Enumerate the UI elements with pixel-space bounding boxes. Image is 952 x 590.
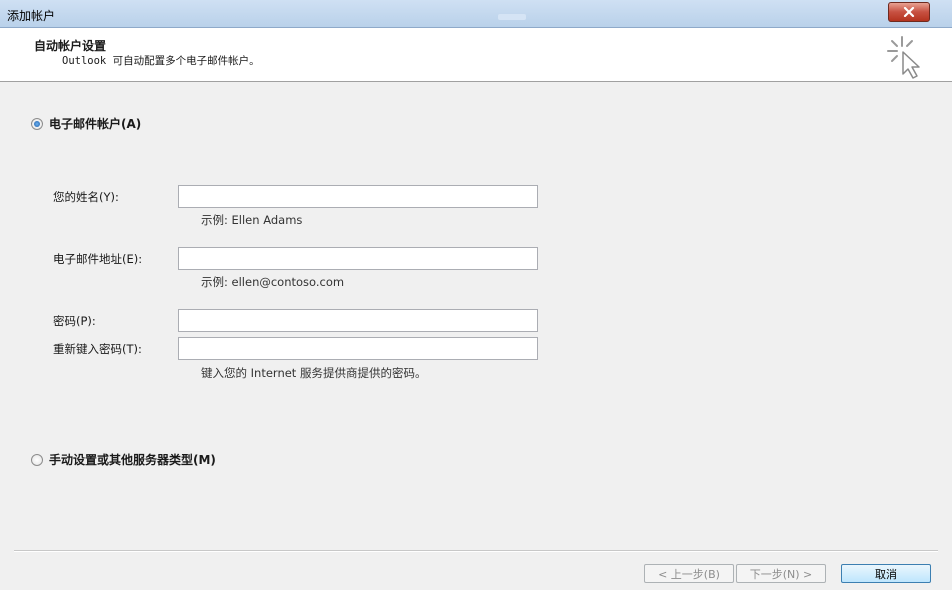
next-button[interactable]: 下一步(N) > bbox=[736, 564, 826, 583]
manual-setup-label: 手动设置或其他服务器类型(M) bbox=[49, 453, 216, 467]
page-title: 自动帐户设置 bbox=[34, 39, 107, 53]
name-label: 您的姓名(Y): bbox=[53, 190, 119, 204]
back-button[interactable]: < 上一步(B) bbox=[644, 564, 734, 583]
manual-setup-option[interactable]: 手动设置或其他服务器类型(M) bbox=[31, 451, 216, 468]
close-icon bbox=[903, 7, 915, 17]
name-hint: 示例: Ellen Adams bbox=[201, 213, 303, 227]
email-hint: 示例: ellen@contoso.com bbox=[201, 275, 345, 289]
wizard-header: 自动帐户设置 Outlook 可自动配置多个电子邮件帐户。 bbox=[0, 28, 952, 82]
footer-divider bbox=[14, 550, 938, 552]
name-input[interactable] bbox=[178, 185, 538, 208]
cancel-button[interactable]: 取消 bbox=[841, 564, 931, 583]
close-button[interactable] bbox=[888, 2, 930, 22]
retype-password-label: 重新键入密码(T): bbox=[53, 342, 142, 356]
email-account-radio[interactable] bbox=[31, 117, 43, 130]
email-label: 电子邮件地址(E): bbox=[53, 252, 143, 266]
email-input[interactable] bbox=[178, 247, 538, 270]
password-hint: 键入您的 Internet 服务提供商提供的密码。 bbox=[201, 366, 427, 380]
wizard-cursor-icon bbox=[887, 36, 920, 79]
email-account-label: 电子邮件帐户(A) bbox=[49, 117, 142, 131]
password-label: 密码(P): bbox=[53, 314, 96, 328]
password-input[interactable] bbox=[178, 309, 538, 332]
window-title: 添加帐户 bbox=[7, 9, 56, 23]
retype-password-input[interactable] bbox=[178, 337, 538, 360]
email-account-option[interactable]: 电子邮件帐户(A) bbox=[31, 115, 141, 132]
title-bar: 添加帐户 bbox=[0, 0, 952, 28]
title-bar-highlight bbox=[498, 14, 526, 20]
page-subtitle: Outlook 可自动配置多个电子邮件帐户。 bbox=[62, 55, 260, 67]
manual-setup-radio[interactable] bbox=[31, 453, 43, 466]
